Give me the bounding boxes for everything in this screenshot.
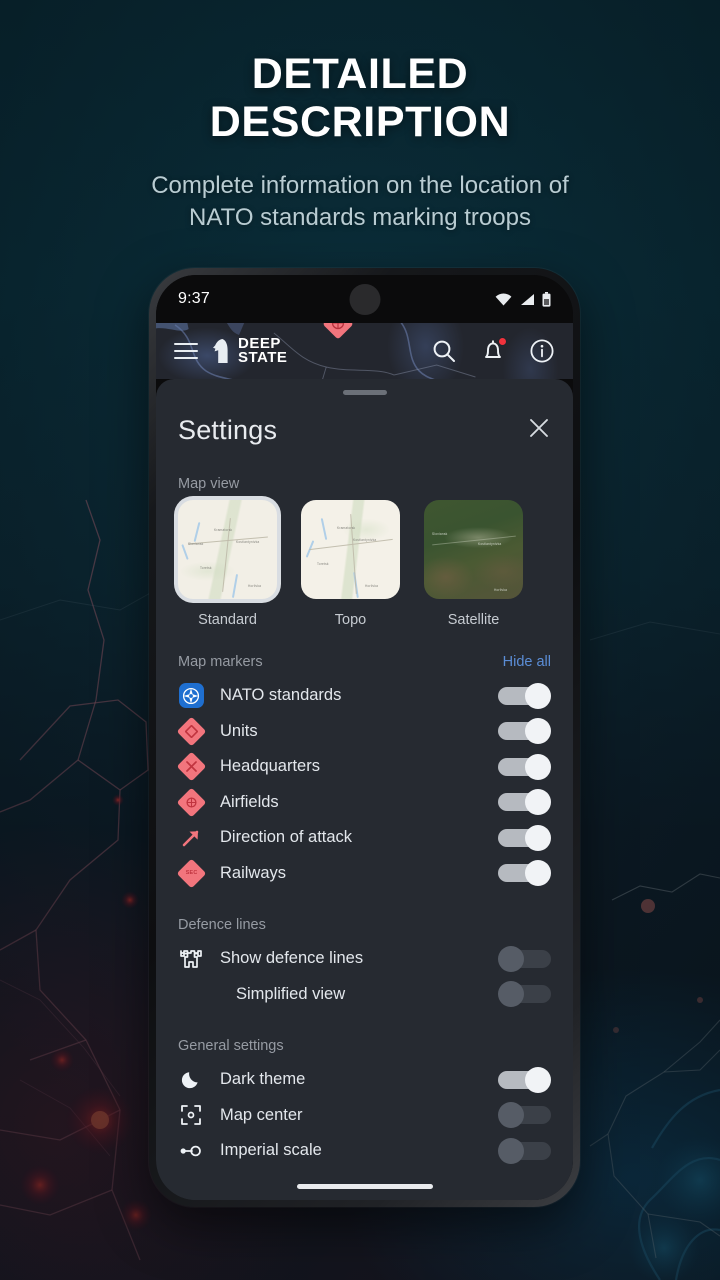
fortress-tower-icon: [178, 946, 204, 972]
promo-subheadline-line-2: NATO standards marking troops: [189, 203, 531, 231]
setting-label-show-defence-lines: Show defence lines: [220, 949, 364, 968]
home-indicator[interactable]: [296, 1184, 433, 1189]
setting-row-simplified-view[interactable]: Simplified view: [178, 977, 551, 1013]
notification-badge-dot: [498, 337, 507, 346]
units-diamond-icon: [176, 716, 206, 747]
hamburger-menu-icon[interactable]: [174, 343, 198, 359]
moon-icon: [178, 1067, 204, 1093]
setting-row-nato-standards[interactable]: NATO standards: [178, 678, 551, 714]
setting-row-airfields[interactable]: Airfields: [176, 785, 551, 821]
deepstate-brand-text: DEEP STATE: [238, 336, 288, 366]
promo-headline-line-1: DETAILED: [251, 50, 469, 98]
info-circle-icon[interactable]: [529, 338, 555, 364]
railway-diamond-icon: SEC: [176, 858, 206, 889]
setting-row-dark-theme[interactable]: Dark theme: [178, 1062, 551, 1098]
section-header-map-markers: Map markers Hide all: [178, 654, 551, 670]
setting-row-direction-of-attack[interactable]: Direction of attack: [178, 820, 551, 856]
toggle-railways[interactable]: [498, 860, 551, 887]
battery-icon: [542, 291, 551, 307]
setting-row-headquarters[interactable]: Headquarters: [176, 749, 551, 785]
setting-row-imperial-scale[interactable]: Imperial scale: [178, 1133, 551, 1169]
toggle-nato-standards[interactable]: [498, 682, 551, 709]
status-bar-clock: 9:37: [178, 290, 210, 307]
map-view-options: Kramatorsk Kostiantynivka Sloviansk Tore…: [178, 500, 551, 628]
close-icon[interactable]: [527, 416, 551, 445]
cellular-signal-icon: [521, 293, 534, 305]
search-icon[interactable]: [431, 338, 457, 364]
toggle-headquarters[interactable]: [498, 753, 551, 780]
promo-headline: DETAILED DESCRIPTION: [0, 50, 720, 146]
setting-label-units: Units: [220, 721, 258, 740]
promo-subheadline: Complete information on the location of …: [0, 170, 720, 232]
setting-row-railways[interactable]: SEC Railways: [176, 856, 551, 892]
map-view-thumbnail-topo[interactable]: Kramatorsk Kostiantynivka Toretsk Horliv…: [301, 500, 400, 599]
app-top-bar-actions: [431, 337, 555, 364]
deepstate-logo[interactable]: DEEP STATE: [212, 336, 288, 366]
toggle-imperial-scale[interactable]: [498, 1137, 551, 1164]
map-view-option-topo[interactable]: Kramatorsk Kostiantynivka Toretsk Horliv…: [301, 500, 400, 628]
nato-compass-icon: [178, 683, 204, 709]
app-top-bar: DEEP STATE: [156, 323, 573, 379]
promo-text-block: DETAILED DESCRIPTION Complete informatio…: [0, 50, 720, 233]
map-view-label-standard: Standard: [198, 612, 257, 628]
settings-bottom-sheet: Settings Map view Kramatorsk Kostiantyni…: [156, 379, 573, 1200]
map-center-target-icon: [178, 1102, 204, 1128]
map-view-label-topo: Topo: [334, 612, 367, 628]
section-label-map-view: Map view: [178, 476, 240, 492]
toggle-map-center[interactable]: [498, 1102, 551, 1129]
setting-row-show-defence-lines[interactable]: Show defence lines: [178, 941, 551, 977]
setting-label-simplified-view: Simplified view: [236, 984, 346, 1003]
page-title: Settings: [178, 415, 278, 445]
promo-subheadline-line-1: Complete information on the location of: [151, 172, 569, 200]
phone-screen: 9:37 DEEP STATE Settings Map view Kramat…: [156, 275, 573, 1200]
setting-label-railways: Railways: [220, 863, 287, 882]
map-view-label-satellite: Satellite: [447, 612, 500, 628]
app-top-bar-content: DEEP STATE: [156, 323, 573, 379]
hide-all-button[interactable]: Hide all: [503, 654, 551, 670]
front-camera-punch-hole: [349, 284, 380, 315]
notifications-bell-icon[interactable]: [480, 337, 507, 364]
map-view-option-satellite[interactable]: Sloviansk Kostiantynivka Horlivka Satell…: [424, 500, 523, 628]
toggle-simplified-view[interactable]: [498, 981, 551, 1008]
setting-label-airfields: Airfields: [220, 792, 279, 811]
setting-label-headquarters: Headquarters: [220, 757, 320, 776]
brand-line-2: STATE: [238, 349, 288, 366]
airfield-diamond-icon: [176, 787, 206, 818]
status-bar-indicators: [495, 291, 551, 307]
settings-header: Settings: [156, 395, 573, 450]
setting-label-nato-standards: NATO standards: [220, 686, 342, 705]
map-view-thumbnail-standard[interactable]: Kramatorsk Kostiantynivka Sloviansk Tore…: [178, 500, 277, 599]
setting-row-map-center[interactable]: Map center: [178, 1098, 551, 1134]
headquarters-diamond-icon: [176, 751, 206, 782]
toggle-dark-theme[interactable]: [498, 1066, 551, 1093]
toggle-units[interactable]: [498, 718, 551, 745]
section-label-map-markers: Map markers: [178, 654, 263, 670]
setting-label-dark-theme: Dark theme: [220, 1070, 306, 1089]
wifi-icon: [495, 292, 512, 305]
phone-mockup: 9:37 DEEP STATE Settings Map view Kramat…: [149, 268, 580, 1207]
setting-label-imperial-scale: Imperial scale: [220, 1141, 322, 1160]
arrow-up-right-icon: [178, 825, 204, 851]
toggle-direction-of-attack[interactable]: [498, 824, 551, 851]
settings-content: Map view Kramatorsk Kostiantynivka Slovi…: [156, 450, 573, 1200]
setting-label-map-center: Map center: [220, 1105, 303, 1124]
setting-label-direction-of-attack: Direction of attack: [220, 828, 353, 847]
promo-headline-line-2: DESCRIPTION: [209, 98, 511, 147]
section-label-general-settings: General settings: [178, 1038, 284, 1054]
section-label-defence-lines: Defence lines: [178, 917, 266, 933]
ruler-scale-icon: [178, 1138, 204, 1164]
map-view-thumbnail-satellite[interactable]: Sloviansk Kostiantynivka Horlivka: [424, 500, 523, 599]
toggle-show-defence-lines[interactable]: [498, 945, 551, 972]
setting-row-units[interactable]: Units: [176, 714, 551, 750]
toggle-airfields[interactable]: [498, 789, 551, 816]
knight-chess-piece-logo-icon: [213, 339, 228, 363]
status-bar: 9:37: [156, 275, 573, 323]
map-view-option-standard[interactable]: Kramatorsk Kostiantynivka Sloviansk Tore…: [178, 500, 277, 628]
